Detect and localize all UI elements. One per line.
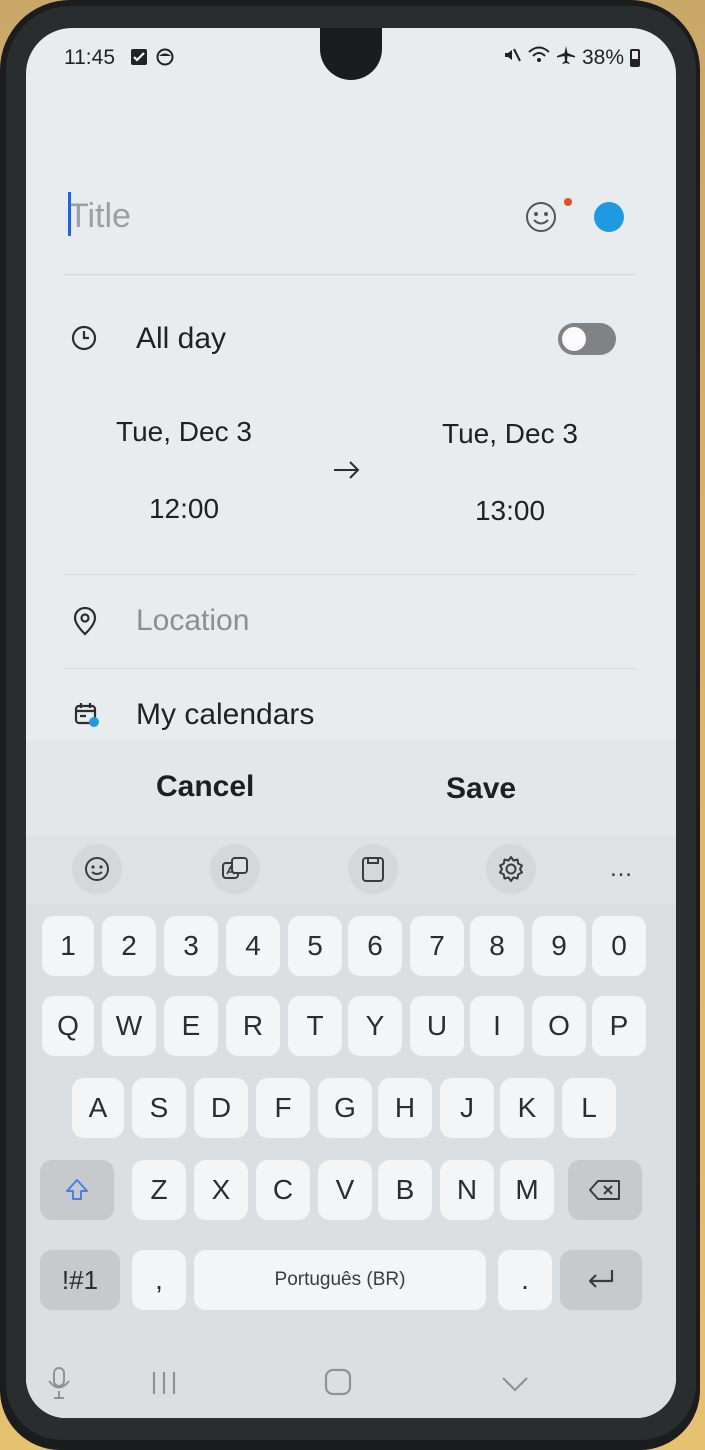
end-time[interactable]: 13:00 [400, 495, 620, 527]
backspace-key[interactable] [568, 1160, 642, 1220]
start-time[interactable]: 12:00 [74, 493, 294, 525]
toggle-knob [562, 327, 586, 351]
status-time: 11:45 [64, 46, 115, 69]
navigation-bar [26, 1348, 676, 1418]
checkbox-notification-icon [130, 48, 148, 66]
sync-notification-icon [156, 48, 174, 66]
symbols-key[interactable]: !#1 [40, 1250, 120, 1310]
location-pin-icon [73, 606, 97, 636]
clipboard-icon [362, 857, 384, 882]
wifi-icon [528, 45, 550, 71]
all-day-label: All day [136, 322, 227, 355]
all-day-toggle[interactable] [558, 323, 616, 355]
battery-percent: 38% [581, 46, 624, 69]
shift-icon [66, 1179, 88, 1200]
start-date[interactable]: Tue, Dec 3 [74, 416, 294, 448]
key-c[interactable]: C [256, 1160, 310, 1220]
more-options-button[interactable]: … [596, 844, 646, 894]
key-0[interactable]: 0 [592, 916, 646, 976]
key-3[interactable]: 3 [164, 916, 218, 976]
key-i[interactable]: I [470, 996, 524, 1056]
airplane-mode-icon [556, 45, 576, 71]
key-m[interactable]: M [500, 1160, 554, 1220]
key-v[interactable]: V [318, 1160, 372, 1220]
divider [64, 668, 636, 669]
key-q[interactable]: Q [42, 996, 94, 1056]
shift-key[interactable] [40, 1160, 114, 1220]
key-h[interactable]: H [378, 1078, 432, 1138]
key-a[interactable]: A [72, 1078, 124, 1138]
emoji-icon [85, 857, 109, 881]
enter-key[interactable] [560, 1250, 642, 1310]
key-9[interactable]: 9 [532, 916, 586, 976]
clipboard-button[interactable] [348, 844, 398, 894]
key-8[interactable]: 8 [470, 916, 524, 976]
location-input[interactable]: Location [136, 604, 249, 638]
clock-icon [70, 324, 98, 352]
sticker-icon[interactable] [524, 200, 558, 234]
hide-keyboard-icon[interactable] [500, 1374, 530, 1399]
status-right: 38% [502, 46, 640, 70]
cancel-button[interactable]: Cancel [156, 770, 254, 804]
key-p[interactable]: P [592, 996, 646, 1056]
arrow-right-icon [332, 458, 362, 482]
key-f[interactable]: F [256, 1078, 310, 1138]
key-s[interactable]: S [132, 1078, 186, 1138]
key-4[interactable]: 4 [226, 916, 280, 976]
key-d[interactable]: D [194, 1078, 248, 1138]
key-k[interactable]: K [500, 1078, 554, 1138]
key-t[interactable]: T [288, 996, 342, 1056]
key-o[interactable]: O [532, 996, 586, 1056]
key-l[interactable]: L [562, 1078, 616, 1138]
key-j[interactable]: J [440, 1078, 494, 1138]
translate-icon [222, 857, 248, 879]
key-5[interactable]: 5 [288, 916, 342, 976]
key-x[interactable]: X [194, 1160, 248, 1220]
translate-button[interactable] [210, 844, 260, 894]
settings-button[interactable] [486, 844, 536, 894]
calendar-selector[interactable]: My calendars [136, 698, 314, 732]
key-r[interactable]: R [226, 996, 280, 1056]
key-b[interactable]: B [378, 1160, 432, 1220]
comma-key[interactable]: , [132, 1250, 186, 1310]
home-icon[interactable] [324, 1368, 352, 1401]
microphone-icon[interactable] [46, 1366, 72, 1405]
key-7[interactable]: 7 [410, 916, 464, 976]
gear-icon [499, 856, 523, 882]
backspace-icon [589, 1180, 620, 1200]
calendar-icon [73, 701, 101, 729]
key-z[interactable]: Z [132, 1160, 186, 1220]
key-y[interactable]: Y [348, 996, 402, 1056]
keyboard-toolbar: … [26, 836, 676, 904]
recent-apps-icon[interactable] [150, 1370, 178, 1401]
enter-icon [588, 1270, 614, 1288]
key-2[interactable]: 2 [102, 916, 156, 976]
screen: 11:45 38% Title All day Tue, Dec 3 12:00… [26, 28, 676, 1418]
emoji-keyboard-button[interactable] [72, 844, 122, 894]
battery-icon [630, 49, 640, 67]
key-w[interactable]: W [102, 996, 156, 1056]
key-e[interactable]: E [164, 996, 218, 1056]
event-color-button[interactable] [594, 202, 624, 232]
keyboard: 1 2 3 4 5 6 7 8 9 0 Q W E R T Y U I O P … [26, 904, 676, 1418]
title-input[interactable] [68, 188, 508, 244]
space-key[interactable]: Português (BR) [194, 1250, 486, 1310]
key-g[interactable]: G [318, 1078, 372, 1138]
key-1[interactable]: 1 [42, 916, 94, 976]
divider [64, 274, 636, 275]
action-bar: Cancel Save [26, 740, 676, 840]
save-button[interactable]: Save [446, 772, 516, 806]
title-row [66, 188, 636, 248]
key-u[interactable]: U [410, 996, 464, 1056]
key-n[interactable]: N [440, 1160, 494, 1220]
end-date[interactable]: Tue, Dec 3 [400, 418, 620, 450]
key-6[interactable]: 6 [348, 916, 402, 976]
divider [64, 574, 636, 575]
mute-icon [502, 45, 522, 71]
period-key[interactable]: . [498, 1250, 552, 1310]
new-badge-dot [564, 198, 572, 206]
text-cursor [68, 192, 71, 236]
